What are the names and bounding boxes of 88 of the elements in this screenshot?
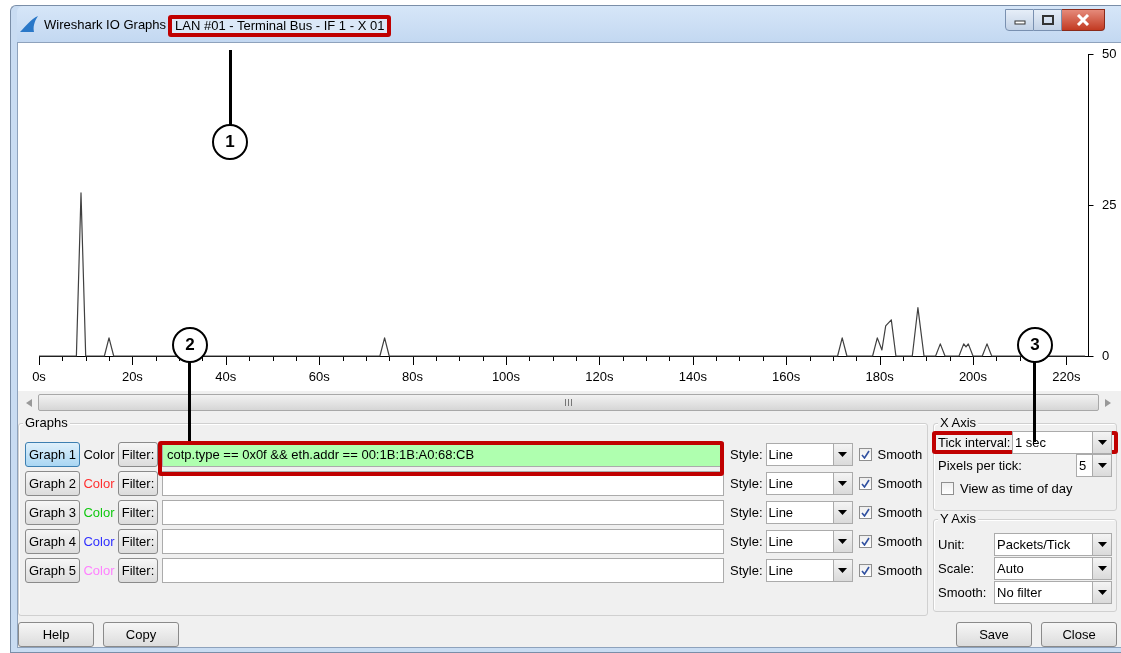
field-label: Style: bbox=[730, 563, 763, 578]
checkbox[interactable] bbox=[858, 448, 872, 461]
graph-toggle-button[interactable]: Graph 2 bbox=[25, 471, 80, 496]
checkbox[interactable] bbox=[858, 477, 872, 490]
dropdown-arrow-icon bbox=[1097, 463, 1107, 468]
style-dropdown[interactable]: Line bbox=[765, 501, 853, 524]
axis-label: 50 bbox=[1102, 46, 1117, 61]
scroll-right-icon bbox=[1105, 398, 1111, 407]
axis-label: 220s bbox=[1052, 369, 1081, 384]
filter-button[interactable]: Filter: bbox=[118, 471, 158, 496]
axis-label: 60s bbox=[308, 369, 330, 384]
filter-field[interactable] bbox=[162, 500, 724, 525]
checkbox[interactable] bbox=[858, 506, 872, 519]
color-label[interactable]: Color bbox=[80, 447, 118, 462]
group-title: Graphs bbox=[23, 415, 70, 430]
dropdown-arrow-icon bbox=[838, 568, 847, 573]
field-label: Tick interval: bbox=[938, 435, 1011, 450]
checkbox[interactable] bbox=[858, 564, 872, 577]
dropdown-arrow-icon bbox=[838, 452, 847, 457]
checkbox-label: Smooth bbox=[877, 563, 923, 578]
grip-icon bbox=[564, 399, 573, 406]
shark-fin-icon bbox=[19, 15, 39, 33]
dropdown-arrow-icon bbox=[838, 481, 847, 486]
dropdown-arrow-icon bbox=[1097, 541, 1107, 547]
scroll-left-icon bbox=[26, 398, 32, 407]
style-dropdown[interactable]: Line bbox=[765, 443, 853, 466]
color-label[interactable]: Color bbox=[80, 534, 118, 549]
field-label: Style: bbox=[730, 447, 763, 462]
axis-label: 160s bbox=[772, 369, 801, 384]
graph-toggle-button[interactable]: Graph 1 bbox=[25, 442, 80, 467]
graph-toggle-button[interactable]: Graph 5 bbox=[25, 558, 80, 583]
capture-title: LAN #01 - Terminal Bus - IF 1 - X 01 bbox=[168, 14, 392, 37]
axis-label: 25 bbox=[1102, 197, 1117, 212]
field-label: Style: bbox=[730, 534, 763, 549]
dropdown[interactable]: Auto bbox=[994, 556, 1112, 580]
axis-label: 0 bbox=[1102, 348, 1110, 363]
axis-label: 80s bbox=[402, 369, 424, 384]
checkbox-label: View as time of day bbox=[960, 481, 1073, 496]
dropdown-arrow-icon bbox=[1097, 589, 1107, 595]
dialog-button[interactable]: Help bbox=[18, 622, 94, 647]
filter-button[interactable]: Filter: bbox=[118, 558, 158, 583]
checkbox-label: Smooth bbox=[877, 476, 923, 491]
graph-toggle-button[interactable]: Graph 4 bbox=[25, 529, 80, 554]
filter-button[interactable]: Filter: bbox=[118, 442, 158, 467]
checkbox-label: Smooth bbox=[877, 447, 923, 462]
checkbox-label: Smooth bbox=[877, 505, 923, 520]
axis-label: 20s bbox=[121, 369, 143, 384]
group-title: X Axis bbox=[938, 415, 979, 430]
axis-label: 200s bbox=[958, 369, 988, 384]
maximize-icon bbox=[1041, 15, 1054, 25]
checkbox-label: Smooth bbox=[877, 534, 923, 549]
style-dropdown[interactable]: Line bbox=[765, 530, 853, 553]
field-label: Unit: bbox=[938, 536, 965, 552]
dropdown-arrow-icon bbox=[838, 510, 847, 515]
axis-label: 0s bbox=[32, 369, 46, 384]
dropdown-arrow-icon bbox=[1097, 565, 1107, 571]
field-label: Pixels per tick: bbox=[938, 458, 1022, 473]
field-label: Smooth: bbox=[938, 584, 987, 600]
close-button[interactable] bbox=[1062, 9, 1105, 31]
pixels-per-tick-dropdown[interactable]: 5 bbox=[1076, 454, 1112, 477]
dropdown[interactable]: No filter bbox=[994, 580, 1112, 604]
axis-label: 120s bbox=[585, 369, 614, 384]
filter-button[interactable]: Filter: bbox=[118, 529, 158, 554]
field-label: Style: bbox=[730, 476, 763, 491]
axis-label: 40s bbox=[215, 369, 237, 384]
style-dropdown[interactable]: Line bbox=[765, 472, 853, 495]
field-label: Scale: bbox=[938, 560, 975, 576]
maximize-button[interactable] bbox=[1034, 9, 1062, 31]
axis-label: 180s bbox=[865, 369, 894, 384]
dropdown-arrow-icon bbox=[838, 539, 847, 544]
dialog-button[interactable]: Copy bbox=[103, 622, 179, 647]
filter-field[interactable] bbox=[162, 529, 724, 554]
dialog-button[interactable]: Save bbox=[956, 622, 1032, 647]
filter-field[interactable] bbox=[162, 558, 724, 583]
dropdown-arrow-icon bbox=[1097, 440, 1107, 445]
field-label: Style: bbox=[730, 505, 763, 520]
close-icon bbox=[1076, 14, 1090, 26]
filter-button[interactable]: Filter: bbox=[118, 500, 158, 525]
axis-label: 140s bbox=[678, 369, 707, 384]
style-dropdown[interactable]: Line bbox=[765, 559, 853, 582]
checkbox[interactable] bbox=[941, 482, 954, 495]
dropdown[interactable]: Packets/Tick bbox=[994, 532, 1112, 556]
axis-label: 100s bbox=[491, 369, 521, 384]
dialog-button[interactable]: Close bbox=[1041, 622, 1117, 647]
graph-toggle-button[interactable]: Graph 3 bbox=[25, 500, 80, 525]
group-title: Y Axis bbox=[938, 511, 978, 526]
checkbox[interactable] bbox=[858, 535, 872, 548]
window-title: Wireshark IO Graphs bbox=[44, 16, 167, 32]
